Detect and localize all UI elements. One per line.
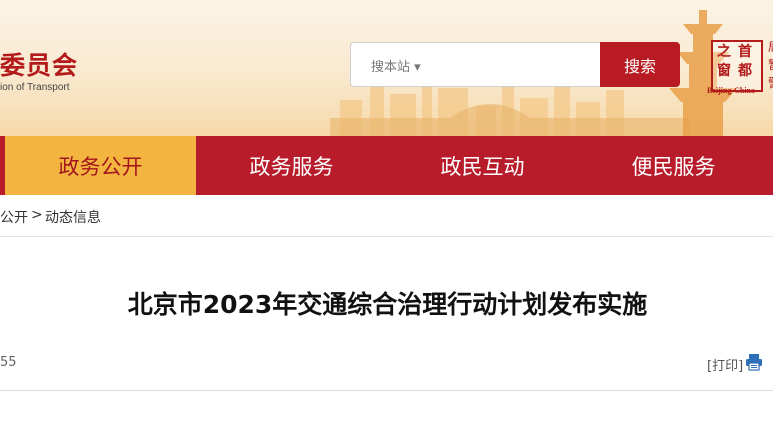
capital-window-seal-logo[interactable]: 首 都 之 窗 xyxy=(711,40,763,92)
search-scope-dropdown[interactable]: 搜本站 ▾ xyxy=(371,56,421,75)
org-name-cn: 委员会 xyxy=(0,51,79,80)
header-banner: 委员会 ion of Transport 搜本站 ▾ 搜索 首 都 之 窗 Be… xyxy=(0,0,773,136)
seal-char: 之 xyxy=(717,44,731,60)
nav-item-convenience-services[interactable]: 便民服务 xyxy=(578,136,769,195)
print-link[interactable]: [打印] xyxy=(707,355,743,374)
page: 委员会 ion of Transport 搜本站 ▾ 搜索 首 都 之 窗 Be… xyxy=(0,0,773,435)
nav-item-government-services[interactable]: 政务服务 xyxy=(196,136,387,195)
seal-char: 首 xyxy=(738,44,752,60)
printer-icon[interactable] xyxy=(745,353,763,371)
org-name-en: ion of Transport xyxy=(0,82,70,93)
seal-subtitle: Beijing-China xyxy=(707,86,756,95)
divider xyxy=(0,390,773,391)
breadcrumb-parent[interactable]: 公开 xyxy=(0,207,28,227)
edge-text: 警 xyxy=(768,74,773,91)
search-button[interactable]: 搜索 xyxy=(600,42,680,87)
breadcrumb-separator: > xyxy=(31,207,43,223)
nav-item-government-affairs-open[interactable]: 政务公开 xyxy=(5,136,196,195)
article-title: 北京市2023年交通综合治理行动计划发布实施 xyxy=(127,290,648,319)
article-meta-date: 55 xyxy=(0,355,17,370)
breadcrumb-current[interactable]: 动态信息 xyxy=(45,207,101,227)
main-nav: 政务公开 政务服务 政民互动 便民服务 xyxy=(0,136,773,195)
search-input[interactable]: 搜本站 ▾ xyxy=(350,42,602,87)
seal-char: 都 xyxy=(738,63,752,79)
edge-text: 局 xyxy=(768,38,773,55)
nav-item-public-interaction[interactable]: 政民互动 xyxy=(387,136,578,195)
edge-text: 暂 xyxy=(768,56,773,73)
breadcrumb: 公开 > 动态信息 xyxy=(0,195,773,237)
seal-char: 窗 xyxy=(717,63,731,79)
